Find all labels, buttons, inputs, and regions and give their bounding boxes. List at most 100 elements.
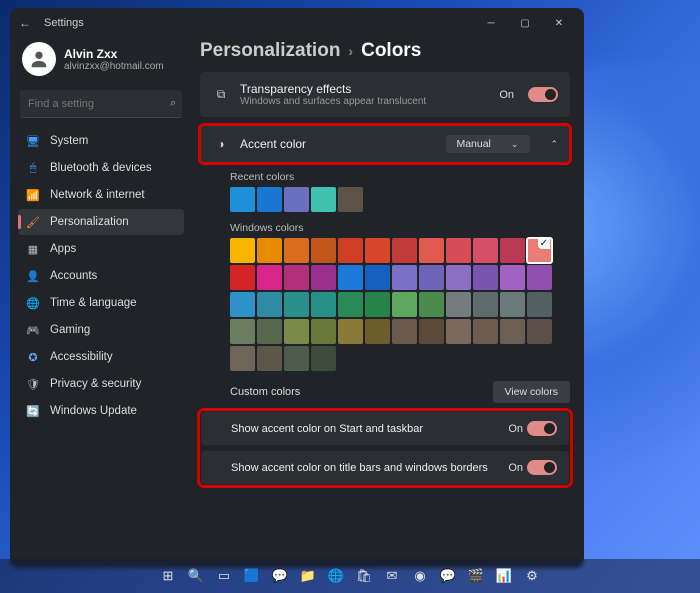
- color-swatch[interactable]: [230, 265, 255, 290]
- color-swatch[interactable]: [311, 319, 336, 344]
- color-swatch[interactable]: [284, 238, 309, 263]
- taskbar-mail-icon[interactable]: ✉: [380, 564, 404, 588]
- color-swatch[interactable]: [500, 238, 525, 263]
- color-swatch[interactable]: [365, 319, 390, 344]
- sidebar-item-gaming[interactable]: 🎮Gaming: [18, 317, 184, 343]
- color-swatch[interactable]: [392, 319, 417, 344]
- taskbar-edge-icon[interactable]: 🌐: [324, 564, 348, 588]
- taskbar[interactable]: ⊞🔍▭🟦💬📁🌐🛍✉◉💬🎬📊⚙: [0, 559, 700, 593]
- search-box[interactable]: ⌕: [20, 90, 182, 118]
- color-swatch[interactable]: [311, 238, 336, 263]
- sidebar-item-privacy-security[interactable]: 🛡Privacy & security: [18, 371, 184, 397]
- taskbar-taskview-icon[interactable]: ▭: [212, 564, 236, 588]
- taskbar-widgets-icon[interactable]: 🟦: [240, 564, 264, 588]
- color-swatch[interactable]: [446, 265, 471, 290]
- taskbar-store-icon[interactable]: 🛍: [352, 564, 376, 588]
- back-button[interactable]: ←: [18, 16, 32, 30]
- accent-start-taskbar-row[interactable]: Show accent color on Start and taskbar O…: [201, 412, 569, 445]
- sidebar-item-accessibility[interactable]: ✪Accessibility: [18, 344, 184, 370]
- accent-titlebars-toggle[interactable]: [527, 460, 557, 475]
- color-swatch[interactable]: [311, 292, 336, 317]
- color-swatch[interactable]: [365, 292, 390, 317]
- color-swatch[interactable]: [473, 238, 498, 263]
- color-swatch[interactable]: [284, 292, 309, 317]
- taskbar-chat-icon[interactable]: 💬: [268, 564, 292, 588]
- color-swatch[interactable]: [527, 238, 552, 263]
- recent-color-swatch[interactable]: [230, 187, 255, 212]
- color-swatch[interactable]: [500, 292, 525, 317]
- breadcrumb-parent[interactable]: Personalization: [200, 40, 340, 62]
- color-swatch[interactable]: [311, 265, 336, 290]
- color-swatch[interactable]: [527, 292, 552, 317]
- color-swatch[interactable]: [419, 265, 444, 290]
- color-swatch[interactable]: [338, 238, 363, 263]
- color-swatch[interactable]: [473, 292, 498, 317]
- taskbar-video-icon[interactable]: 🎬: [464, 564, 488, 588]
- transparency-row[interactable]: ⧉ Transparency effects Windows and surfa…: [200, 72, 570, 117]
- taskbar-explorer-icon[interactable]: 📁: [296, 564, 320, 588]
- taskbar-chrome-icon[interactable]: ◉: [408, 564, 432, 588]
- color-swatch[interactable]: [392, 238, 417, 263]
- color-swatch[interactable]: [446, 319, 471, 344]
- search-input[interactable]: [28, 98, 170, 110]
- color-swatch[interactable]: [338, 292, 363, 317]
- recent-color-swatch[interactable]: [257, 187, 282, 212]
- accent-color-row[interactable]: ◑ Accent color Manual ⌄ ⌃: [200, 125, 570, 163]
- taskbar-search-icon[interactable]: 🔍: [184, 564, 208, 588]
- color-swatch[interactable]: [284, 319, 309, 344]
- recent-color-swatch[interactable]: [284, 187, 309, 212]
- taskbar-start-icon[interactable]: ⊞: [156, 564, 180, 588]
- color-swatch[interactable]: [257, 346, 282, 371]
- sidebar-item-bluetooth-devices[interactable]: 🖱Bluetooth & devices: [18, 155, 184, 181]
- sidebar-item-apps[interactable]: ▦Apps: [18, 236, 184, 262]
- color-swatch[interactable]: [500, 265, 525, 290]
- taskbar-messenger-icon[interactable]: 💬: [436, 564, 460, 588]
- recent-color-swatch[interactable]: [311, 187, 336, 212]
- color-swatch[interactable]: [230, 238, 255, 263]
- transparency-toggle[interactable]: [528, 87, 558, 102]
- sidebar-item-accounts[interactable]: 👤Accounts: [18, 263, 184, 289]
- color-swatch[interactable]: [230, 292, 255, 317]
- color-swatch[interactable]: [500, 319, 525, 344]
- color-swatch[interactable]: [230, 346, 255, 371]
- color-swatch[interactable]: [338, 265, 363, 290]
- color-swatch[interactable]: [365, 238, 390, 263]
- accent-start-taskbar-toggle[interactable]: [527, 421, 557, 436]
- sidebar-item-system[interactable]: 🖥System: [18, 128, 184, 154]
- recent-color-swatch[interactable]: [338, 187, 363, 212]
- color-swatch[interactable]: [446, 238, 471, 263]
- color-swatch[interactable]: [473, 265, 498, 290]
- color-swatch[interactable]: [311, 346, 336, 371]
- sidebar-item-windows-update[interactable]: 🔄Windows Update: [18, 398, 184, 424]
- sidebar-item-network-internet[interactable]: 📶Network & internet: [18, 182, 184, 208]
- color-swatch[interactable]: [392, 292, 417, 317]
- color-swatch[interactable]: [446, 292, 471, 317]
- color-swatch[interactable]: [257, 265, 282, 290]
- sidebar-item-time-language[interactable]: 🌐Time & language: [18, 290, 184, 316]
- user-profile[interactable]: Alvin Zxx alvinzxx@hotmail.com: [18, 38, 184, 86]
- close-button[interactable]: ✕: [542, 9, 576, 37]
- accent-mode-dropdown[interactable]: Manual ⌄: [446, 135, 530, 153]
- accent-titlebars-row[interactable]: Show accent color on title bars and wind…: [201, 451, 569, 484]
- color-swatch[interactable]: [419, 238, 444, 263]
- color-swatch[interactable]: [419, 292, 444, 317]
- color-swatch[interactable]: [527, 319, 552, 344]
- taskbar-chart-icon[interactable]: 📊: [492, 564, 516, 588]
- color-swatch[interactable]: [257, 319, 282, 344]
- taskbar-settings-icon[interactable]: ⚙: [520, 564, 544, 588]
- color-swatch[interactable]: [338, 319, 363, 344]
- color-swatch[interactable]: [284, 265, 309, 290]
- color-swatch[interactable]: [365, 265, 390, 290]
- view-colors-button[interactable]: View colors: [493, 381, 571, 403]
- color-swatch[interactable]: [392, 265, 417, 290]
- sidebar-item-personalization[interactable]: 🖌Personalization: [18, 209, 184, 235]
- minimize-button[interactable]: ─: [474, 9, 508, 37]
- color-swatch[interactable]: [284, 346, 309, 371]
- color-swatch[interactable]: [257, 292, 282, 317]
- color-swatch[interactable]: [527, 265, 552, 290]
- color-swatch[interactable]: [473, 319, 498, 344]
- color-swatch[interactable]: [257, 238, 282, 263]
- color-swatch[interactable]: [419, 319, 444, 344]
- maximize-button[interactable]: ▢: [508, 9, 542, 37]
- chevron-up-icon[interactable]: ⌃: [550, 139, 558, 150]
